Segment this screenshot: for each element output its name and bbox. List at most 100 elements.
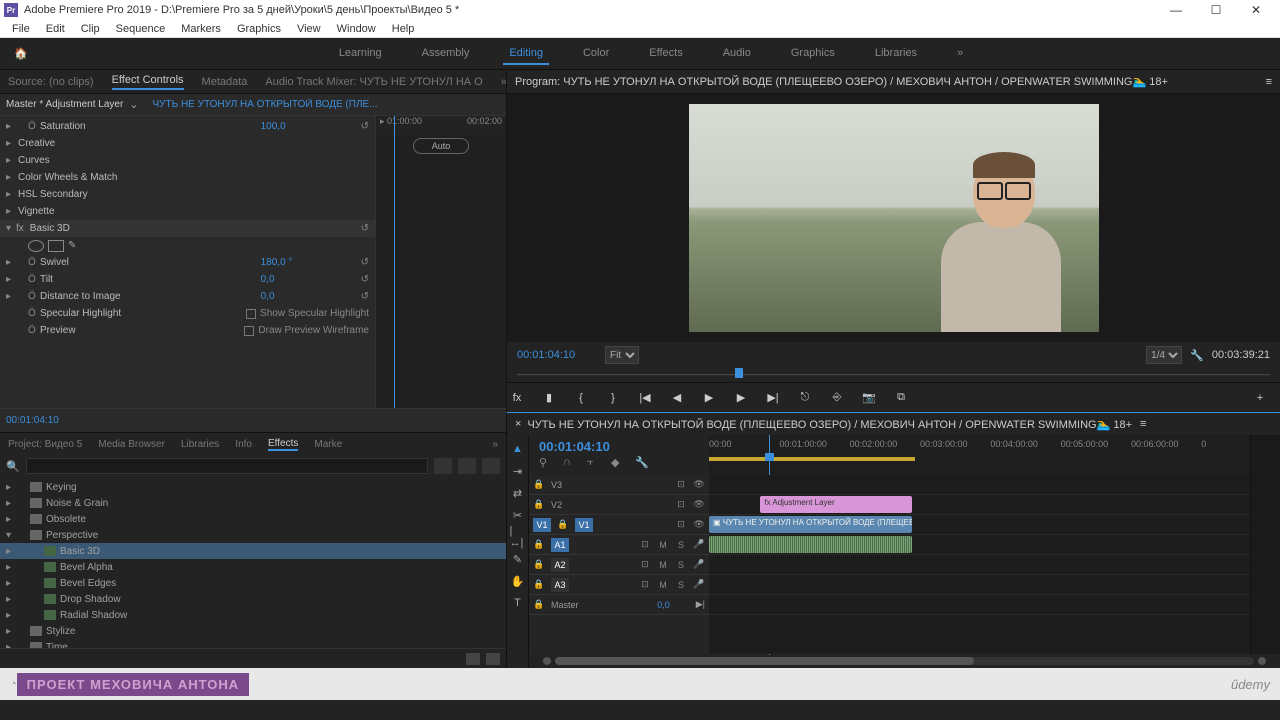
sync-lock-icon[interactable]: ⊡: [675, 499, 687, 510]
solo-button[interactable]: S: [675, 580, 687, 590]
fit-select[interactable]: Fit: [605, 346, 639, 364]
twirl-icon[interactable]: ▸: [6, 172, 16, 183]
go-to-in-icon[interactable]: |◀: [635, 389, 655, 407]
fx-button[interactable]: fx: [507, 389, 527, 407]
eye-icon[interactable]: 👁: [693, 499, 705, 510]
zoom-scrollbar[interactable]: [555, 657, 1254, 665]
track-area[interactable]: fx Adjustment Layer ▣ ЧУТЬ НЕ УТОНУЛ НА …: [709, 475, 1250, 654]
tree-item-time[interactable]: ▸Time: [0, 639, 506, 648]
out-point-icon[interactable]: }: [603, 389, 623, 407]
lift-icon[interactable]: ⎋: [795, 389, 815, 407]
trash-icon[interactable]: [486, 653, 500, 665]
target-a3[interactable]: A3: [551, 578, 569, 592]
filter-icon-1[interactable]: [434, 458, 452, 474]
compare-icon[interactable]: ⧉: [891, 389, 911, 407]
workspace-libraries[interactable]: Libraries: [869, 43, 923, 65]
tree-item-bevel-edges[interactable]: ▸Bevel Edges: [0, 575, 506, 591]
workspace-graphics[interactable]: Graphics: [785, 43, 841, 65]
work-area-bar[interactable]: [709, 457, 915, 461]
dropdown-icon[interactable]: ⌄: [129, 98, 138, 111]
sync-lock-icon[interactable]: ⊡: [639, 559, 651, 570]
menu-file[interactable]: File: [4, 23, 38, 35]
voiceover-icon[interactable]: 🎤: [693, 579, 705, 590]
minimize-button[interactable]: —: [1156, 3, 1196, 17]
sync-lock-icon[interactable]: ⊡: [639, 539, 651, 550]
tree-item-perspective[interactable]: ▾Perspective: [0, 527, 506, 543]
go-to-out-icon[interactable]: ▶|: [763, 389, 783, 407]
mute-button[interactable]: M: [657, 560, 669, 570]
workspace-assembly[interactable]: Assembly: [416, 43, 476, 65]
eye-icon[interactable]: 👁: [693, 519, 705, 530]
twirl-icon[interactable]: ▸: [6, 291, 16, 302]
wrench-icon[interactable]: 🔧: [1190, 349, 1204, 362]
preview-viewport[interactable]: [507, 94, 1280, 342]
target-a1[interactable]: A1: [551, 538, 569, 552]
workspace-color[interactable]: Color: [577, 43, 615, 65]
tab-markers[interactable]: Marke: [314, 439, 342, 450]
stopwatch-icon[interactable]: Ö: [28, 325, 38, 336]
wrench-icon[interactable]: 🔧: [635, 456, 649, 470]
clip-video[interactable]: ▣ ЧУТЬ НЕ УТОНУЛ НА ОТКРЫТОЙ ВОДЕ (ПЛЕЩЕ…: [709, 516, 912, 533]
menu-sequence[interactable]: Sequence: [108, 23, 174, 35]
twirl-icon[interactable]: ▸: [6, 206, 16, 217]
tree-item-noise-grain[interactable]: ▸Noise & Grain: [0, 495, 506, 511]
step-fwd-icon[interactable]: ▶: [731, 389, 751, 407]
link-icon[interactable]: ∩: [563, 456, 577, 470]
tree-item-bevel-alpha[interactable]: ▸Bevel Alpha: [0, 559, 506, 575]
play-icon[interactable]: ▶: [699, 389, 719, 407]
sequence-name[interactable]: ЧУТЬ НЕ УТОНУЛ НА ОТКРЫТОЙ ВОДЕ (ПЛЕ...: [153, 99, 378, 110]
mask-pen-icon[interactable]: ✎: [68, 240, 84, 252]
reset-icon[interactable]: ↺: [361, 223, 369, 234]
snap-icon[interactable]: ⚲: [539, 456, 553, 470]
timeline-ruler[interactable]: 00:0000:01:00:0000:02:00:0000:03:00:0000…: [709, 435, 1250, 475]
track-v2[interactable]: V2: [551, 500, 562, 510]
menu-clip[interactable]: Clip: [73, 23, 108, 35]
twirl-icon[interactable]: ▸: [6, 274, 16, 285]
slip-tool-icon[interactable]: |↔|: [510, 529, 526, 545]
lock-icon[interactable]: 🔒: [533, 559, 545, 570]
tree-item-basic-3d[interactable]: ▸Basic 3D: [0, 543, 506, 559]
filter-icon-3[interactable]: [482, 458, 500, 474]
tree-item-radial-shadow[interactable]: ▸Radial Shadow: [0, 607, 506, 623]
menu-edit[interactable]: Edit: [38, 23, 73, 35]
ripple-tool-icon[interactable]: ⇄: [510, 485, 526, 501]
add-button-icon[interactable]: +: [1250, 389, 1270, 407]
mask-rect-icon[interactable]: [48, 240, 64, 252]
twirl-icon[interactable]: ▸: [6, 257, 16, 268]
reset-icon[interactable]: ↺: [361, 274, 369, 285]
tab-audio-mixer[interactable]: Audio Track Mixer: ЧУТЬ НЕ УТОНУЛ НА О: [265, 76, 482, 88]
lock-icon[interactable]: 🔒: [533, 579, 545, 590]
zoom-out-icon[interactable]: [543, 657, 551, 665]
reset-icon[interactable]: ↺: [361, 257, 369, 268]
sync-lock-icon[interactable]: ⊡: [675, 479, 687, 490]
lock-icon[interactable]: 🔒: [533, 499, 545, 510]
track-select-tool-icon[interactable]: ⇥: [510, 463, 526, 479]
tree-item-obsolete[interactable]: ▸Obsolete: [0, 511, 506, 527]
close-button[interactable]: ✕: [1236, 3, 1276, 17]
stopwatch-icon[interactable]: Ö: [28, 257, 38, 268]
tab-info[interactable]: Info: [235, 439, 252, 450]
reset-icon[interactable]: ↺: [361, 121, 369, 132]
workspace-audio[interactable]: Audio: [717, 43, 757, 65]
razor-tool-icon[interactable]: ✂: [510, 507, 526, 523]
menu-view[interactable]: View: [289, 23, 329, 35]
master-value[interactable]: 0,0: [657, 600, 670, 610]
close-sequence-icon[interactable]: ×: [515, 418, 521, 430]
lock-icon[interactable]: 🔒: [533, 479, 545, 490]
clip-adjustment-layer[interactable]: fx Adjustment Layer: [760, 496, 911, 513]
checkbox-wireframe[interactable]: [244, 326, 254, 336]
effects-search-input[interactable]: [26, 458, 428, 474]
lock-icon[interactable]: 🔒: [533, 539, 545, 550]
mute-button[interactable]: M: [657, 580, 669, 590]
twirl-icon[interactable]: ▸: [6, 155, 16, 166]
tab-metadata[interactable]: Metadata: [202, 76, 248, 88]
workspace-editing[interactable]: Editing: [503, 43, 549, 65]
twirl-icon[interactable]: ▾: [6, 223, 16, 234]
marker-icon[interactable]: ▮: [539, 389, 559, 407]
zoom-select[interactable]: 1/4: [1146, 346, 1182, 364]
solo-button[interactable]: S: [675, 540, 687, 550]
tab-source[interactable]: Source: (no clips): [8, 76, 94, 88]
maximize-button[interactable]: ☐: [1196, 3, 1236, 17]
type-tool-icon[interactable]: T: [510, 595, 526, 611]
menu-help[interactable]: Help: [384, 23, 423, 35]
